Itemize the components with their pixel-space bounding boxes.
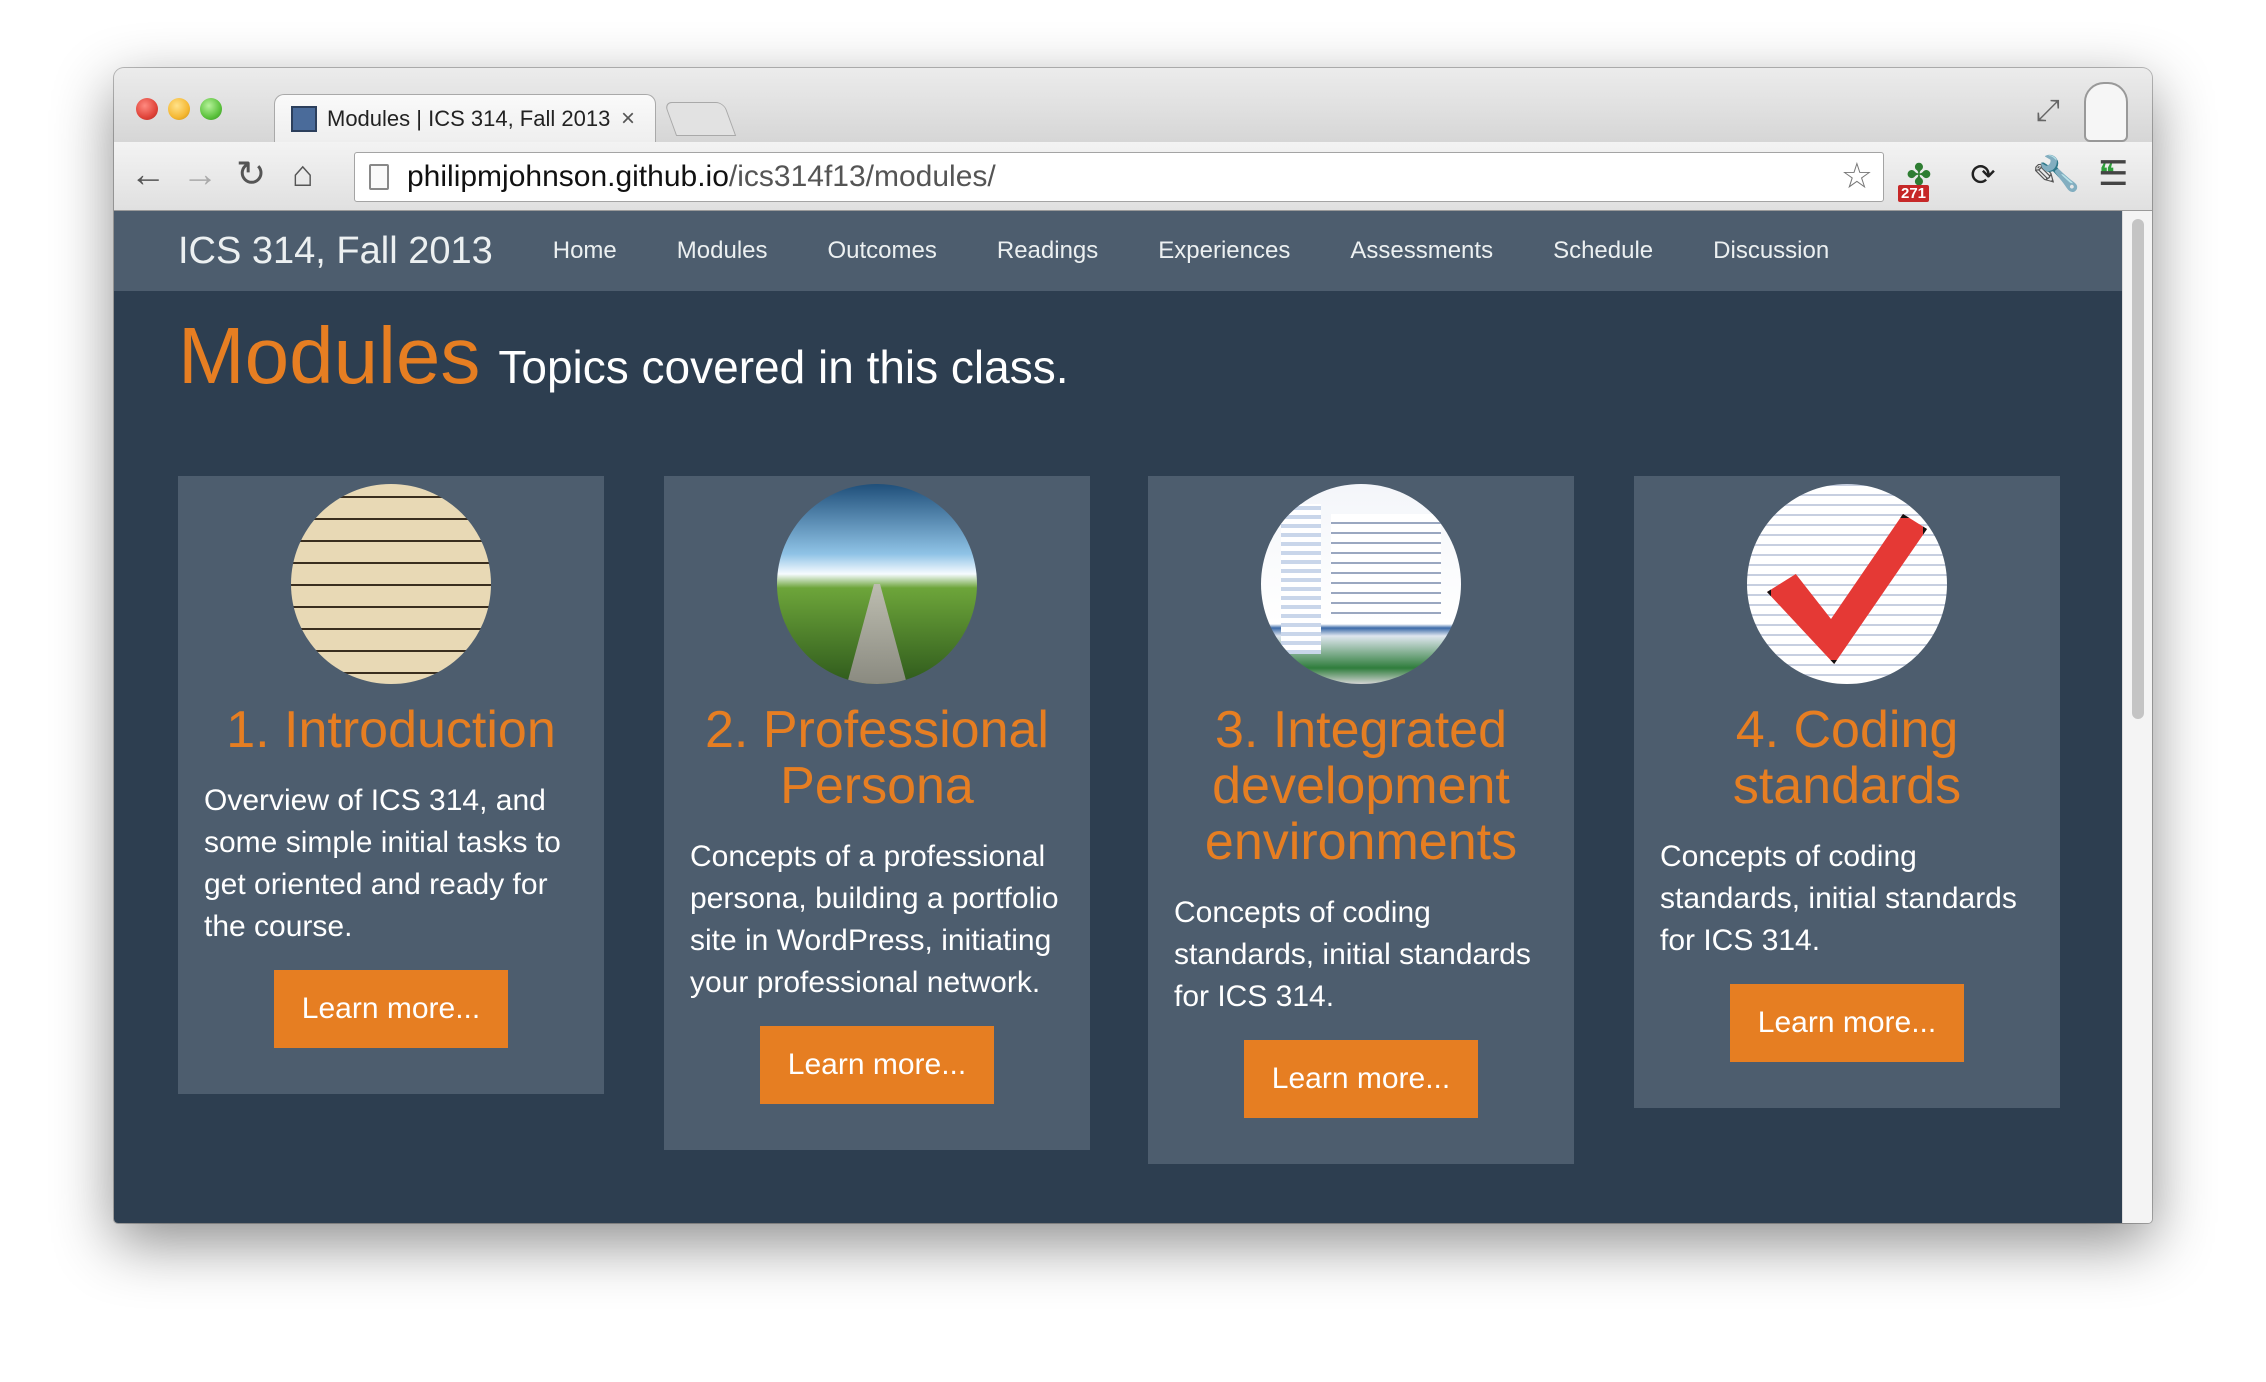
page-viewport: ICS 314, Fall 2013 Home Modules Outcomes… [114,211,2122,1223]
module-card: 4. Coding standards Concepts of coding s… [1634,476,2060,1108]
module-card: 1. Introduction Overview of ICS 314, and… [178,476,604,1094]
module-description: Concepts of coding standards, initial st… [1174,896,1531,1013]
nav-home[interactable]: Home [553,237,617,265]
nav-outcomes[interactable]: Outcomes [828,237,937,265]
home-icon[interactable]: ⌂ [292,154,314,194]
vertical-scrollbar[interactable] [2122,211,2152,1223]
red-checkmark-image [1747,484,1947,684]
nav-discussion[interactable]: Discussion [1713,237,1829,265]
page-icon [369,164,389,190]
dictionary-image [291,484,491,684]
calendar-extension-icon[interactable]: ✤ 271 [1898,154,1940,202]
browser-toolbar: ← → ↻ ⌂ philipmjohnson.github.io/ics314f… [114,142,2152,211]
nav-assessments[interactable]: Assessments [1350,237,1493,265]
road-landscape-image [777,484,977,684]
sync-extension-icon[interactable]: ⟳ [1962,154,2004,196]
url-path: /ics314f13/modules/ [728,160,996,193]
back-icon[interactable]: ← [130,154,166,194]
extension-badge: 271 [1898,185,1930,202]
zoom-window-button[interactable] [200,98,222,120]
module-card: 2. Professional Persona Concepts of a pr… [664,476,1090,1150]
module-description: Overview of ICS 314, and some simple ini… [204,784,561,943]
learn-more-button[interactable]: Learn more... [1244,1040,1478,1118]
learn-more-button[interactable]: Learn more... [1730,984,1964,1062]
module-card: 3. Integrated development environments C… [1148,476,1574,1164]
scrollbar-thumb[interactable] [2132,219,2144,719]
page-favicon-icon [291,106,317,132]
minimize-window-button[interactable] [168,98,190,120]
module-description: Concepts of a professional persona, buil… [690,840,1059,999]
module-title[interactable]: 4. Coding standards [1650,702,2044,814]
nav-modules[interactable]: Modules [677,237,768,265]
url-text[interactable]: philipmjohnson.github.io/ics314f13/modul… [407,160,996,194]
learn-more-button[interactable]: Learn more... [760,1026,994,1104]
browser-tab[interactable]: Modules | ICS 314, Fall 2013 × [274,94,656,143]
page-heading: Modules Topics covered in this class. [178,291,1069,421]
wrench-icon[interactable]: 🔧 [2038,154,2080,194]
site-navbar: ICS 314, Fall 2013 Home Modules Outcomes… [114,211,2122,291]
browser-window: Modules | ICS 314, Fall 2013 × ⤢ ← → ↻ ⌂… [114,68,2152,1223]
url-host: philipmjohnson.github.io [407,160,729,193]
profile-avatar-icon[interactable] [2084,82,2128,142]
nav-readings[interactable]: Readings [997,237,1098,265]
close-window-button[interactable] [136,98,158,120]
learn-more-button[interactable]: Learn more... [274,970,508,1048]
page-title: Modules [178,311,481,400]
address-bar[interactable]: philipmjohnson.github.io/ics314f13/modul… [354,152,1884,202]
module-title[interactable]: 3. Integrated development environments [1164,702,1558,870]
page-subtitle: Topics covered in this class. [498,341,1069,393]
reload-icon[interactable]: ↻ [236,154,266,194]
module-title[interactable]: 1. Introduction [194,702,588,758]
menu-icon[interactable]: ☰ [2098,154,2128,194]
new-tab-button[interactable] [663,102,737,136]
tab-strip: Modules | ICS 314, Fall 2013 × ⤢ [114,68,2152,143]
ide-screenshot-image [1261,484,1461,684]
fullscreen-icon[interactable]: ⤢ [2036,94,2060,128]
tab-close-icon[interactable]: × [621,105,635,133]
module-description: Concepts of coding standards, initial st… [1660,840,2017,957]
forward-icon[interactable]: → [182,154,218,194]
tab-title: Modules | ICS 314, Fall 2013 [327,106,611,131]
module-title[interactable]: 2. Professional Persona [680,702,1074,814]
nav-schedule[interactable]: Schedule [1553,237,1653,265]
bookmark-star-icon[interactable]: ☆ [1841,155,1873,197]
site-brand[interactable]: ICS 314, Fall 2013 [178,230,493,273]
nav-experiences[interactable]: Experiences [1158,237,1290,265]
